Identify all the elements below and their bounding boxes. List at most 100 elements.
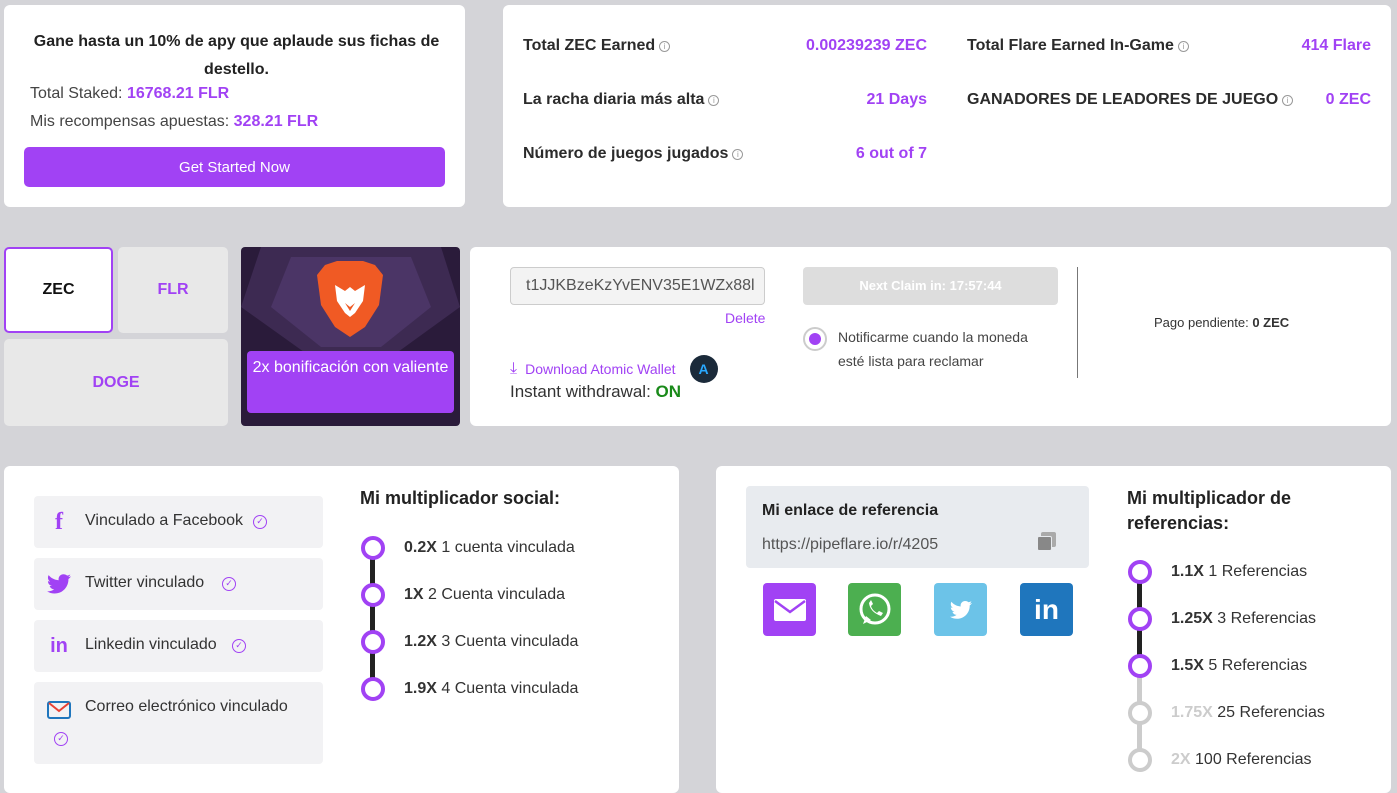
check-icon: ✓: [253, 515, 267, 529]
tier-mult: 1.75X: [1171, 704, 1213, 721]
tier-mult: 1.9X: [404, 680, 437, 697]
staking-card: Gane hasta un 10% de apy que aplaude sus…: [4, 5, 465, 207]
notify-label: Notificarme cuando la moneda esté lista …: [838, 329, 1028, 369]
streak-value: 21 Days: [866, 91, 928, 108]
referral-link-text[interactable]: https://pipeflare.io/r/4205: [762, 536, 938, 554]
tier-text: 1 cuenta vinculada: [441, 539, 575, 556]
share-whatsapp-button[interactable]: [848, 583, 901, 636]
share-twitter-button[interactable]: [934, 583, 987, 636]
tier-text: 2 Cuenta vinculada: [428, 586, 566, 603]
link-label: Vinculado a Facebook: [85, 512, 244, 529]
total-zec-value: 0.00239239 ZEC: [806, 37, 927, 54]
info-icon[interactable]: i: [732, 148, 744, 160]
tier-dot: [361, 630, 385, 654]
divider: [1077, 267, 1078, 378]
link-label: Twitter vinculado: [85, 574, 205, 591]
total-zec-label: Total ZEC Earned i: [523, 37, 671, 55]
instant-withdrawal: Instant withdrawal: ON: [510, 382, 681, 402]
linkedin-icon: in: [1034, 593, 1059, 625]
staking-headline: Gane hasta un 10% de apy que aplaude sus…: [33, 33, 440, 78]
staking-rewards-label: Mis recompensas apuestas:: [30, 113, 230, 130]
leaders-label: GANADORES DE LEADORES DE JUEGO i: [967, 91, 1294, 109]
mail-icon: [47, 701, 71, 719]
pending-payout: Pago pendiente: 0 ZEC: [1154, 315, 1289, 330]
link-label: Linkedin vinculado: [85, 636, 217, 653]
total-staked-value: 16768.21 FLR: [126, 85, 230, 102]
share-linkedin-button[interactable]: in: [1020, 583, 1073, 636]
notify-toggle[interactable]: [803, 327, 827, 351]
whatsapp-icon: [859, 593, 890, 624]
check-icon: ✓: [232, 639, 246, 653]
download-label: Download Atomic Wallet: [525, 361, 676, 377]
referral-card: Mi enlace de referencia https://pipeflar…: [716, 466, 1391, 793]
download-icon: ⤓: [510, 360, 518, 377]
referral-multiplier-title: Mi multiplicador de referencias:: [1127, 488, 1292, 533]
linked-twitter[interactable]: Twitter vinculado ✓: [34, 558, 323, 610]
tier-dot: [361, 677, 385, 701]
info-icon[interactable]: i: [1177, 40, 1189, 52]
referral-tier: 1.25X 3 Referencias: [1171, 610, 1316, 628]
tier-mult: 1.5X: [1171, 657, 1204, 674]
delete-link[interactable]: Delete: [725, 310, 765, 326]
games-label: Número de juegos jugados i: [523, 145, 744, 163]
leaders-label-text: GANADORES DE LEADORES DE JUEGO: [967, 91, 1279, 108]
info-icon[interactable]: i: [708, 94, 720, 106]
twitter-icon: [949, 600, 972, 619]
wallet-address-input[interactable]: t1JJKBzeKzYvENV35E1WZx88l: [510, 267, 765, 305]
flare-label: Total Flare Earned In-Game i: [967, 37, 1189, 55]
social-multiplier-title: Mi multiplicador social:: [360, 488, 561, 508]
social-tier: 0.2X 1 cuenta vinculada: [404, 539, 575, 557]
flare-value: 414 Flare: [1301, 37, 1371, 54]
withdraw-label: Instant withdrawal:: [510, 382, 651, 401]
check-icon: ✓: [54, 732, 68, 746]
referral-tier: 2X 100 Referencias: [1171, 751, 1312, 769]
tier-text: 3 Referencias: [1217, 610, 1316, 627]
twitter-icon: [47, 574, 71, 594]
social-card: f Vinculado a Facebook ✓ Twitter vincula…: [4, 466, 679, 793]
pending-label: Pago pendiente:: [1154, 315, 1249, 330]
referral-tier: 1.1X 1 Referencias: [1171, 563, 1307, 581]
withdraw-value: ON: [655, 382, 682, 401]
atomic-wallet-icon: A: [689, 355, 718, 383]
linked-linkedin[interactable]: in Linkedin vinculado ✓: [34, 620, 323, 672]
check-icon: ✓: [222, 577, 236, 591]
brave-bonus-button[interactable]: 2x bonificación con valiente: [247, 351, 454, 413]
coin-tab-doge[interactable]: DOGE: [4, 339, 228, 426]
timeline-line: [370, 548, 375, 688]
tier-mult: 1X: [404, 586, 424, 603]
tier-dot: [361, 536, 385, 560]
flare-label-text: Total Flare Earned In-Game: [967, 37, 1174, 54]
staking-rewards: Mis recompensas apuestas: 328.21 FLR: [30, 113, 318, 131]
linkedin-icon: in: [50, 634, 68, 657]
stats-card: Total ZEC Earned i 0.00239239 ZEC La rach…: [503, 5, 1391, 207]
referral-link-box: Mi enlace de referencia https://pipeflar…: [746, 486, 1089, 568]
download-wallet-link[interactable]: ⤓ Download Atomic Wallet A: [510, 355, 718, 383]
claim-button[interactable]: Next Claim in: 17:57:44: [803, 267, 1058, 305]
social-tier: 1X 2 Cuenta vinculada: [404, 586, 565, 604]
coin-tab-zec[interactable]: ZEC: [4, 247, 113, 333]
pending-value: 0 ZEC: [1252, 315, 1290, 330]
linked-email[interactable]: Correo electrónico vinculado ✓: [34, 682, 323, 764]
tier-dot: [361, 583, 385, 607]
total-staked: Total Staked: 16768.21 FLR: [30, 85, 229, 103]
tier-text: 100 Referencias: [1195, 751, 1312, 768]
leaders-value: 0 ZEC: [1325, 91, 1371, 108]
get-started-button[interactable]: Get Started Now: [24, 147, 445, 187]
tier-text: 3 Cuenta vinculada: [441, 633, 579, 650]
games-label-text: Número de juegos jugados: [523, 145, 729, 162]
streak-label-text: La racha diaria más alta: [523, 91, 705, 108]
facebook-icon: f: [55, 508, 63, 535]
total-zec-label-text: Total ZEC Earned: [523, 37, 656, 54]
streak-label: La racha diaria más alta i: [523, 91, 720, 109]
linked-facebook[interactable]: f Vinculado a Facebook ✓: [34, 496, 323, 548]
social-tier: 1.2X 3 Cuenta vinculada: [404, 633, 578, 651]
tier-text: 5 Referencias: [1208, 657, 1308, 674]
coin-tab-flr[interactable]: FLR: [118, 247, 228, 333]
games-value: 6 out of 7: [855, 145, 927, 162]
staking-rewards-value: 328.21 FLR: [233, 113, 319, 130]
copy-icon[interactable]: [1037, 532, 1057, 552]
info-icon[interactable]: i: [659, 40, 671, 52]
brave-promo: 2x bonificación con valiente: [241, 247, 460, 426]
share-email-button[interactable]: [763, 583, 816, 636]
wallet-card: t1JJKBzeKzYvENV35E1WZx88l Delete ⤓ Downl…: [470, 247, 1391, 426]
